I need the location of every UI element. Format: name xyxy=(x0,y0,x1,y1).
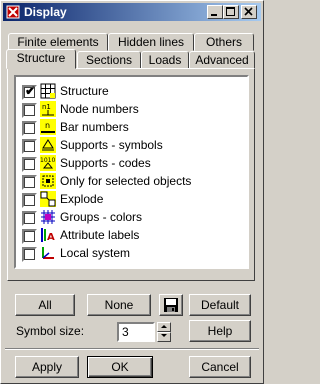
list-item-attribute-labels[interactable]: A Attribute labels xyxy=(22,226,242,244)
tab-label: Hidden lines xyxy=(117,35,185,49)
minimize-icon[interactable] xyxy=(207,5,223,19)
list-item-label: Only for selected objects xyxy=(60,174,192,188)
none-button[interactable]: None xyxy=(87,294,151,316)
maximize-icon[interactable] xyxy=(223,5,239,19)
node-numbers-checkbox[interactable] xyxy=(22,103,37,118)
apply-button[interactable]: Apply xyxy=(15,356,79,378)
separator xyxy=(5,348,259,350)
display-options-list: ✔ Structure n1 Node numbers n Bar number… xyxy=(14,75,249,269)
tab-label: Sections xyxy=(85,53,133,67)
list-item-node-numbers[interactable]: n1 Node numbers xyxy=(22,100,242,118)
bar-numbers-icon: n xyxy=(40,119,56,135)
close-icon[interactable] xyxy=(241,5,257,19)
local-system-checkbox[interactable] xyxy=(22,247,37,262)
tab-advanced[interactable]: Advanced xyxy=(189,51,255,69)
list-item-label: Attribute labels xyxy=(60,228,140,242)
svg-text:n: n xyxy=(45,121,50,130)
save-settings-button[interactable] xyxy=(159,294,183,316)
svg-text:n1: n1 xyxy=(42,103,51,111)
tab-label: Advanced xyxy=(195,53,249,67)
attribute-labels-icon: A xyxy=(40,227,56,243)
list-item-groups-colors[interactable]: Groups - colors xyxy=(22,208,242,226)
list-item-supports-codes[interactable]: 1010 Supports - codes xyxy=(22,154,242,172)
attribute-labels-checkbox[interactable] xyxy=(22,229,37,244)
list-item-label: Supports - codes xyxy=(60,156,151,170)
tab-hidden-lines[interactable]: Hidden lines xyxy=(108,33,194,51)
symbol-size-label: Symbol size: xyxy=(16,324,85,338)
list-item-explode[interactable]: Explode xyxy=(22,190,242,208)
list-item-label: Explode xyxy=(60,192,104,206)
supports-codes-checkbox[interactable] xyxy=(22,157,37,172)
display-dialog: Display Finite elements Hidden lines Oth… xyxy=(0,0,264,384)
window-title: Display xyxy=(24,5,67,19)
bar-numbers-checkbox[interactable] xyxy=(22,121,37,136)
local-system-icon xyxy=(40,245,56,261)
tab-label: Loads xyxy=(148,53,182,67)
explode-checkbox[interactable] xyxy=(22,193,37,208)
all-button[interactable]: All xyxy=(15,294,75,316)
cancel-button[interactable]: Cancel xyxy=(189,356,251,378)
symbol-size-input[interactable]: 3 xyxy=(117,322,155,342)
svg-text:A: A xyxy=(47,232,55,243)
tab-structure[interactable]: Structure xyxy=(6,49,76,69)
tab-label: Others xyxy=(205,35,242,49)
list-item-label: Node numbers xyxy=(60,102,139,116)
tab-others[interactable]: Others xyxy=(194,33,254,51)
list-item-bar-numbers[interactable]: n Bar numbers xyxy=(22,118,242,136)
groups-colors-checkbox[interactable] xyxy=(22,211,37,226)
only-selected-checkbox[interactable] xyxy=(22,175,37,190)
spin-up-button[interactable] xyxy=(157,322,171,332)
check-mark-icon: ✔ xyxy=(25,83,36,98)
list-item-label: Groups - colors xyxy=(60,210,143,224)
tab-label: Finite elements xyxy=(17,35,99,49)
list-item-local-system[interactable]: Local system xyxy=(22,244,242,262)
list-item-label: Local system xyxy=(60,246,131,260)
display-app-icon xyxy=(6,5,20,19)
list-item-only-selected[interactable]: Only for selected objects xyxy=(22,172,242,190)
support-symbol-icon xyxy=(40,137,56,153)
title-bar[interactable]: Display xyxy=(3,3,261,21)
tab-sections[interactable]: Sections xyxy=(77,51,141,69)
help-button[interactable]: Help xyxy=(189,320,251,342)
arrow-up-icon xyxy=(161,325,167,328)
list-item-supports-symbols[interactable]: Supports - symbols xyxy=(22,136,242,154)
list-item-label: Bar numbers xyxy=(60,120,129,134)
default-button[interactable]: Default xyxy=(189,294,251,316)
structure-grid-icon xyxy=(40,83,56,99)
arrow-down-icon xyxy=(161,334,167,337)
support-code-icon: 1010 xyxy=(40,155,56,171)
tab-label: Structure xyxy=(16,51,66,65)
supports-symbols-checkbox[interactable] xyxy=(22,139,37,154)
floppy-disk-icon xyxy=(164,298,178,312)
list-item-structure[interactable]: ✔ Structure xyxy=(22,82,242,100)
structure-checkbox[interactable]: ✔ xyxy=(22,83,37,100)
selected-objects-icon xyxy=(40,173,56,189)
list-item-label: Supports - symbols xyxy=(60,138,163,152)
ok-button[interactable]: OK xyxy=(87,356,153,378)
spin-down-button[interactable] xyxy=(157,332,171,342)
node-numbers-icon: n1 xyxy=(40,101,56,117)
explode-icon xyxy=(40,191,56,207)
tab-loads[interactable]: Loads xyxy=(141,51,189,69)
groups-colors-icon xyxy=(40,209,56,225)
list-item-label: Structure xyxy=(60,84,109,98)
